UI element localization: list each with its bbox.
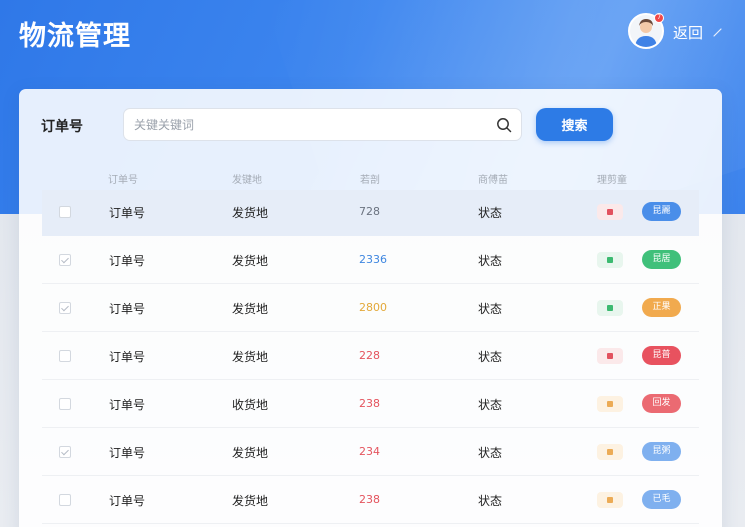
search-icon[interactable] xyxy=(496,117,512,133)
row-checkbox[interactable] xyxy=(59,350,71,362)
origin-cell: 收货地 xyxy=(232,398,269,412)
order-cell: 订单号 xyxy=(109,206,146,220)
amount-cell: 238 xyxy=(359,397,380,410)
status-cell: 状态 xyxy=(478,446,503,460)
table-row[interactable]: 订单号 发货地 728 状态 昆麗 xyxy=(42,190,699,236)
row-checkbox[interactable] xyxy=(59,206,71,218)
row-checkbox[interactable] xyxy=(59,254,71,266)
back-link[interactable]: 返回 xyxy=(673,22,703,43)
status-cell: 状态 xyxy=(478,350,503,364)
row-checkbox[interactable] xyxy=(59,494,71,506)
origin-cell: 发货地 xyxy=(232,302,269,316)
action-pill[interactable]: 昆麗 xyxy=(642,202,681,221)
origin-cell: 发货地 xyxy=(232,206,269,220)
search-label: 订单号 xyxy=(41,119,83,135)
table-row[interactable]: 订单号 发货地 228 状态 昆普 xyxy=(42,334,699,380)
row-checkbox[interactable] xyxy=(59,398,71,410)
search-box xyxy=(123,108,522,141)
action-pill[interactable]: 昆居 xyxy=(642,250,681,269)
action-pill[interactable]: 昆粥 xyxy=(642,442,681,461)
status-tag-icon[interactable] xyxy=(597,204,623,220)
status-tag-icon[interactable] xyxy=(597,444,623,460)
action-pill[interactable]: 昆普 xyxy=(642,346,681,365)
table-row[interactable]: 订单号 发货地 2800 状态 正果 xyxy=(42,286,699,332)
order-cell: 订单号 xyxy=(109,254,146,268)
amount-cell: 2800 xyxy=(359,301,387,314)
table-header: 订单号 发键地 若剖 商傅苗 理剪童 xyxy=(19,167,722,189)
order-cell: 订单号 xyxy=(109,302,146,316)
table-row[interactable]: 订单号 发货地 234 状态 昆粥 xyxy=(42,430,699,476)
column-header: 商傅苗 xyxy=(478,175,508,186)
origin-cell: 发货地 xyxy=(232,350,269,364)
notification-badge: 7 xyxy=(654,13,664,23)
edit-icon[interactable] xyxy=(712,26,724,38)
table-row[interactable]: 订单号 发货地 238 状态 已毛 xyxy=(42,478,699,524)
origin-cell: 发货地 xyxy=(232,494,269,508)
amount-cell: 2336 xyxy=(359,253,387,266)
action-pill[interactable]: 正果 xyxy=(642,298,681,317)
status-tag-icon[interactable] xyxy=(597,348,623,364)
order-cell: 订单号 xyxy=(109,494,146,508)
status-cell: 状态 xyxy=(478,398,503,412)
column-header: 订单号 xyxy=(108,175,138,186)
action-pill[interactable]: 回发 xyxy=(642,394,681,413)
status-tag-icon[interactable] xyxy=(597,492,623,508)
column-header: 理剪童 xyxy=(597,175,627,186)
order-cell: 订单号 xyxy=(109,350,146,364)
amount-cell: 728 xyxy=(359,205,380,218)
column-header: 若剖 xyxy=(360,175,380,186)
app-title: 物流管理 xyxy=(19,21,131,52)
status-cell: 状态 xyxy=(478,254,503,268)
table-row[interactable]: 订单号 收货地 238 状态 回发 xyxy=(42,382,699,428)
row-checkbox[interactable] xyxy=(59,446,71,458)
order-card: 订单号 搜索 订单号 发键地 若剖 商傅苗 理剪童 订单号发货地728状态昆麗订… xyxy=(19,89,722,527)
action-pill[interactable]: 已毛 xyxy=(642,490,681,509)
row-checkbox[interactable] xyxy=(59,302,71,314)
table-row[interactable]: 订单号 发货地 2336 状态 昆居 xyxy=(42,238,699,284)
search-input[interactable] xyxy=(134,109,484,140)
origin-cell: 发货地 xyxy=(232,446,269,460)
status-tag-icon[interactable] xyxy=(597,396,623,412)
column-header: 发键地 xyxy=(232,175,262,186)
status-cell: 状态 xyxy=(478,206,503,220)
status-tag-icon[interactable] xyxy=(597,252,623,268)
amount-cell: 228 xyxy=(359,349,380,362)
status-tag-icon[interactable] xyxy=(597,300,623,316)
origin-cell: 发货地 xyxy=(232,254,269,268)
amount-cell: 238 xyxy=(359,493,380,506)
status-cell: 状态 xyxy=(478,302,503,316)
search-button[interactable]: 搜索 xyxy=(536,108,613,141)
order-cell: 订单号 xyxy=(109,398,146,412)
order-cell: 订单号 xyxy=(109,446,146,460)
amount-cell: 234 xyxy=(359,445,380,458)
status-cell: 状态 xyxy=(478,494,503,508)
